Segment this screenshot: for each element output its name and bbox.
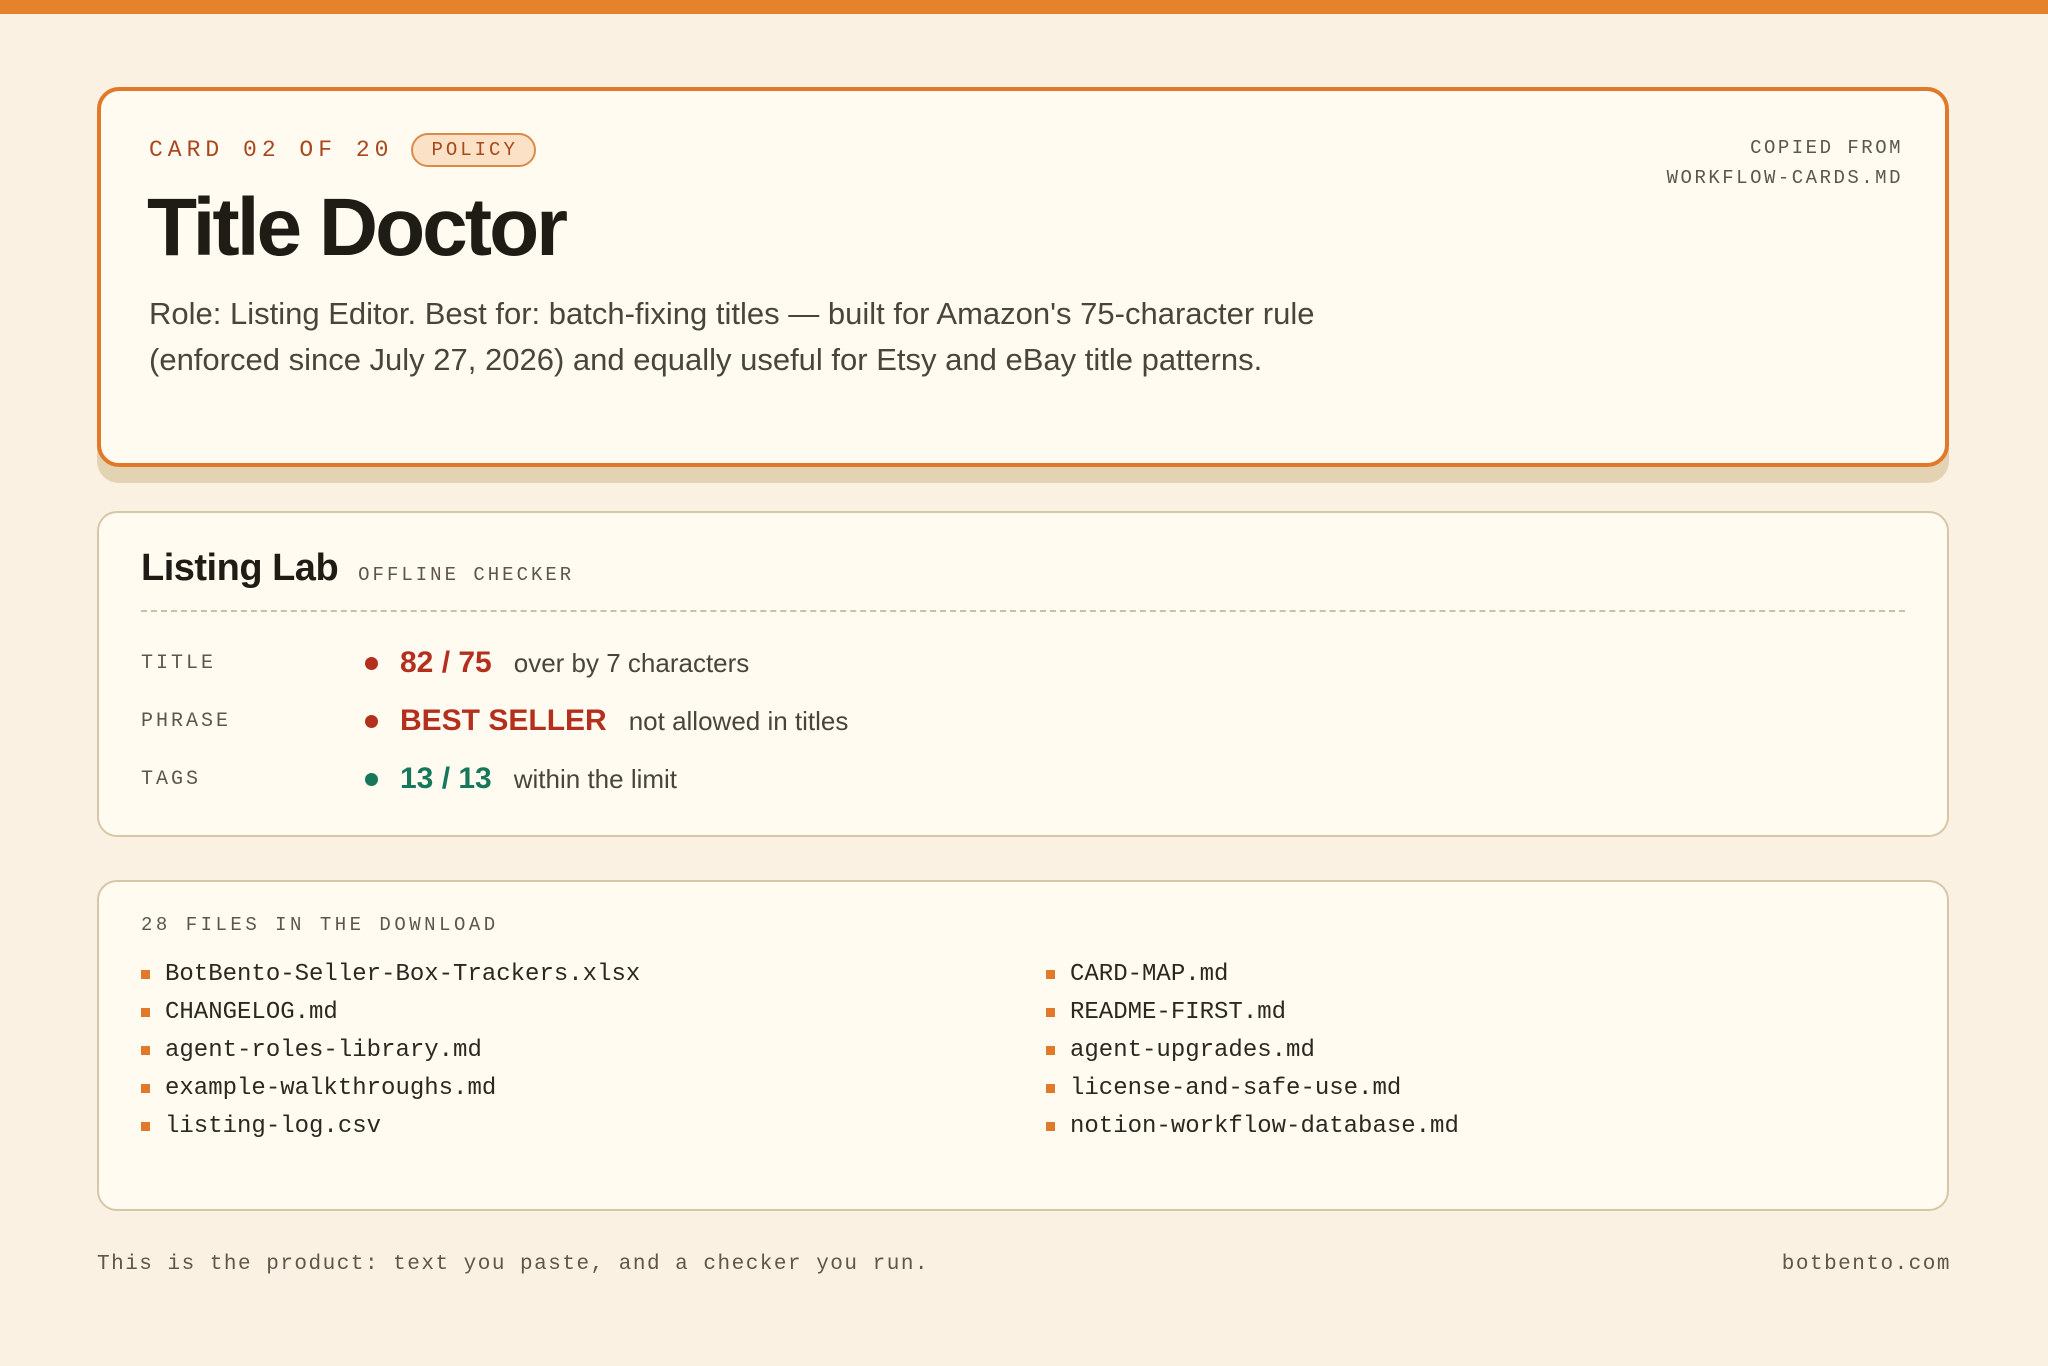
copied-from-label: COPIED FROM [1750, 137, 1903, 159]
check-value: 82 / 75 [400, 646, 492, 679]
card-description: Role: Listing Editor. Best for: batch-fi… [149, 296, 1315, 377]
file-item: CARD-MAP.md [1046, 955, 1459, 993]
card-eyebrow: CARD 02 OF 20 POLICY [149, 133, 536, 167]
file-item: example-walkthroughs.md [141, 1069, 640, 1107]
file-name: listing-log.csv [165, 1112, 382, 1140]
policy-badge: POLICY [411, 133, 536, 167]
file-name: README-FIRST.md [1070, 998, 1287, 1026]
check-label: TITLE [141, 651, 217, 675]
check-value: BEST SELLER [400, 704, 607, 737]
bullet-square-icon [1046, 1121, 1055, 1131]
download-files-panel: 28 FILES IN THE DOWNLOAD BotBento-Seller… [97, 880, 1949, 1211]
file-name: license-and-safe-use.md [1070, 1074, 1402, 1102]
file-item: BotBento-Seller-Box-Trackers.xlsx [141, 955, 640, 993]
check-row-title: TITLE 82 / 75 over by 7 characters [141, 643, 749, 683]
bullet-square-icon [1046, 969, 1055, 979]
file-name: CARD-MAP.md [1070, 960, 1229, 988]
top-accent-bar [0, 0, 2048, 14]
copied-from-source: WORKFLOW-CARDS.MD [1666, 167, 1903, 189]
lab-title: Listing Lab [141, 547, 339, 589]
file-item: agent-roles-library.md [141, 1031, 640, 1069]
file-item: agent-upgrades.md [1046, 1031, 1459, 1069]
file-name: notion-workflow-database.md [1070, 1112, 1459, 1140]
file-name: BotBento-Seller-Box-Trackers.xlsx [165, 960, 641, 988]
check-note: within the limit [513, 763, 678, 794]
check-note: not allowed in titles [628, 705, 849, 736]
bullet-square-icon [1046, 1007, 1055, 1017]
file-name: agent-upgrades.md [1070, 1036, 1315, 1064]
footer-site-link[interactable]: botbento.com [1782, 1253, 1951, 1276]
error-status-dot-icon [365, 714, 378, 728]
bullet-square-icon [141, 1045, 150, 1055]
file-item: CHANGELOG.md [141, 993, 640, 1031]
check-label: PHRASE [141, 709, 232, 733]
bullet-square-icon [141, 1007, 150, 1017]
check-label: TAGS [141, 767, 202, 791]
bullet-square-icon [1046, 1045, 1055, 1055]
copied-from-note: COPIED FROM WORKFLOW-CARDS.MD [1667, 133, 1903, 193]
bullet-square-icon [141, 1083, 150, 1093]
bullet-square-icon [141, 1121, 150, 1131]
bullet-square-icon [141, 969, 150, 979]
file-name: example-walkthroughs.md [165, 1074, 497, 1102]
check-row-phrase: PHRASE BEST SELLER not allowed in titles [141, 701, 848, 741]
lab-subtitle: OFFLINE CHECKER [358, 564, 575, 586]
files-heading: 28 FILES IN THE DOWNLOAD [141, 914, 499, 936]
file-list-right: CARD-MAP.md README-FIRST.md agent-upgrad… [1046, 955, 1459, 1145]
footer-tagline: This is the product: text you paste, and… [97, 1253, 930, 1276]
bullet-square-icon [1046, 1083, 1055, 1093]
file-item: notion-workflow-database.md [1046, 1107, 1459, 1145]
card-title: Title Doctor [147, 182, 568, 273]
file-name: CHANGELOG.md [165, 998, 338, 1026]
check-row-tags: TAGS 13 / 13 within the limit [141, 759, 677, 799]
check-value: 13 / 13 [400, 762, 492, 795]
ok-status-dot-icon [365, 772, 378, 786]
dashed-divider [141, 610, 1905, 612]
file-item: license-and-safe-use.md [1046, 1069, 1459, 1107]
file-list-left: BotBento-Seller-Box-Trackers.xlsx CHANGE… [141, 955, 640, 1145]
file-item: listing-log.csv [141, 1107, 640, 1145]
listing-lab-panel: Listing Lab OFFLINE CHECKER TITLE 82 / 7… [97, 511, 1949, 837]
error-status-dot-icon [365, 656, 378, 670]
lab-header: Listing Lab OFFLINE CHECKER [141, 547, 574, 590]
card-count: CARD 02 OF 20 [149, 137, 394, 163]
check-note: over by 7 characters [513, 647, 750, 678]
policy-card: CARD 02 OF 20 POLICY COPIED FROM WORKFLO… [97, 87, 1949, 467]
file-name: agent-roles-library.md [165, 1036, 482, 1064]
file-item: README-FIRST.md [1046, 993, 1459, 1031]
